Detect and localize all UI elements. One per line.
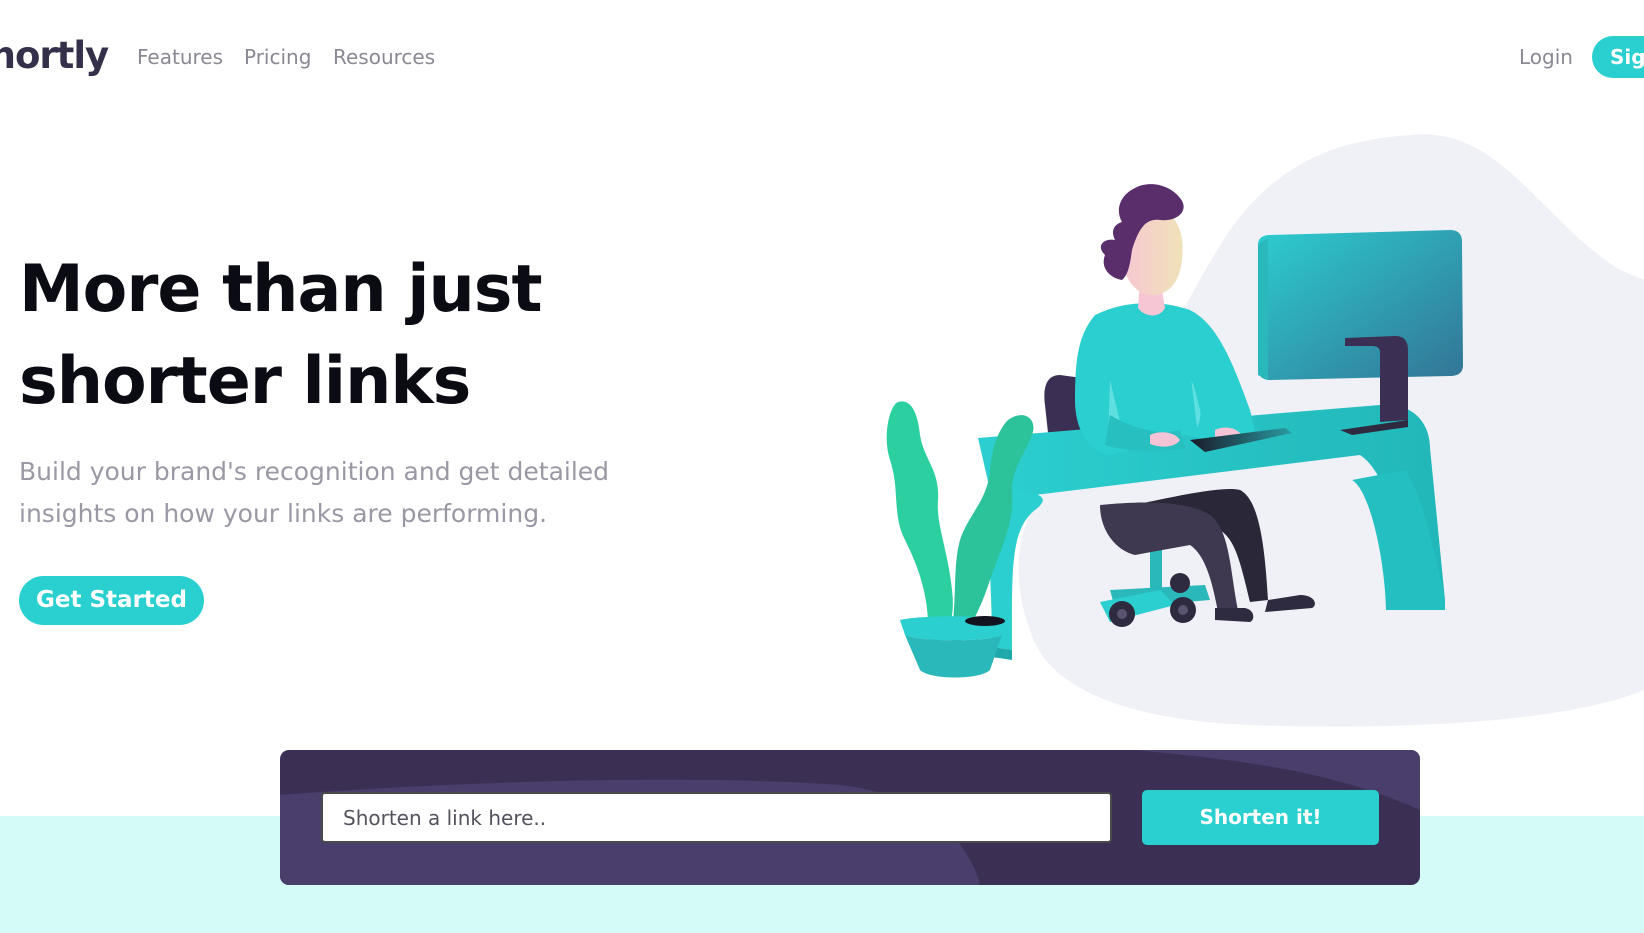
nav-pricing-link[interactable]: Pricing [244, 44, 311, 70]
shortly-logo[interactable]: Shortly [0, 30, 109, 82]
url-input[interactable] [321, 792, 1112, 843]
hero-description: Build your brand's recognition and get d… [19, 457, 610, 528]
login-link[interactable]: Login [1519, 44, 1573, 70]
nav-features-link[interactable]: Features [137, 44, 223, 70]
hero-title-line2: shorter links [19, 344, 471, 419]
hero-title: More than just shorter links [19, 244, 543, 428]
get-started-button[interactable]: Get Started [19, 576, 204, 625]
signup-button[interactable]: Sign Up [1592, 36, 1644, 78]
person-working-illustration [886, 134, 1644, 727]
shorten-form: Shorten it! [280, 750, 1420, 885]
nav-resources-link[interactable]: Resources [333, 44, 435, 70]
shorten-button[interactable]: Shorten it! [1142, 790, 1379, 845]
hero-title-line1: More than just [19, 252, 543, 327]
